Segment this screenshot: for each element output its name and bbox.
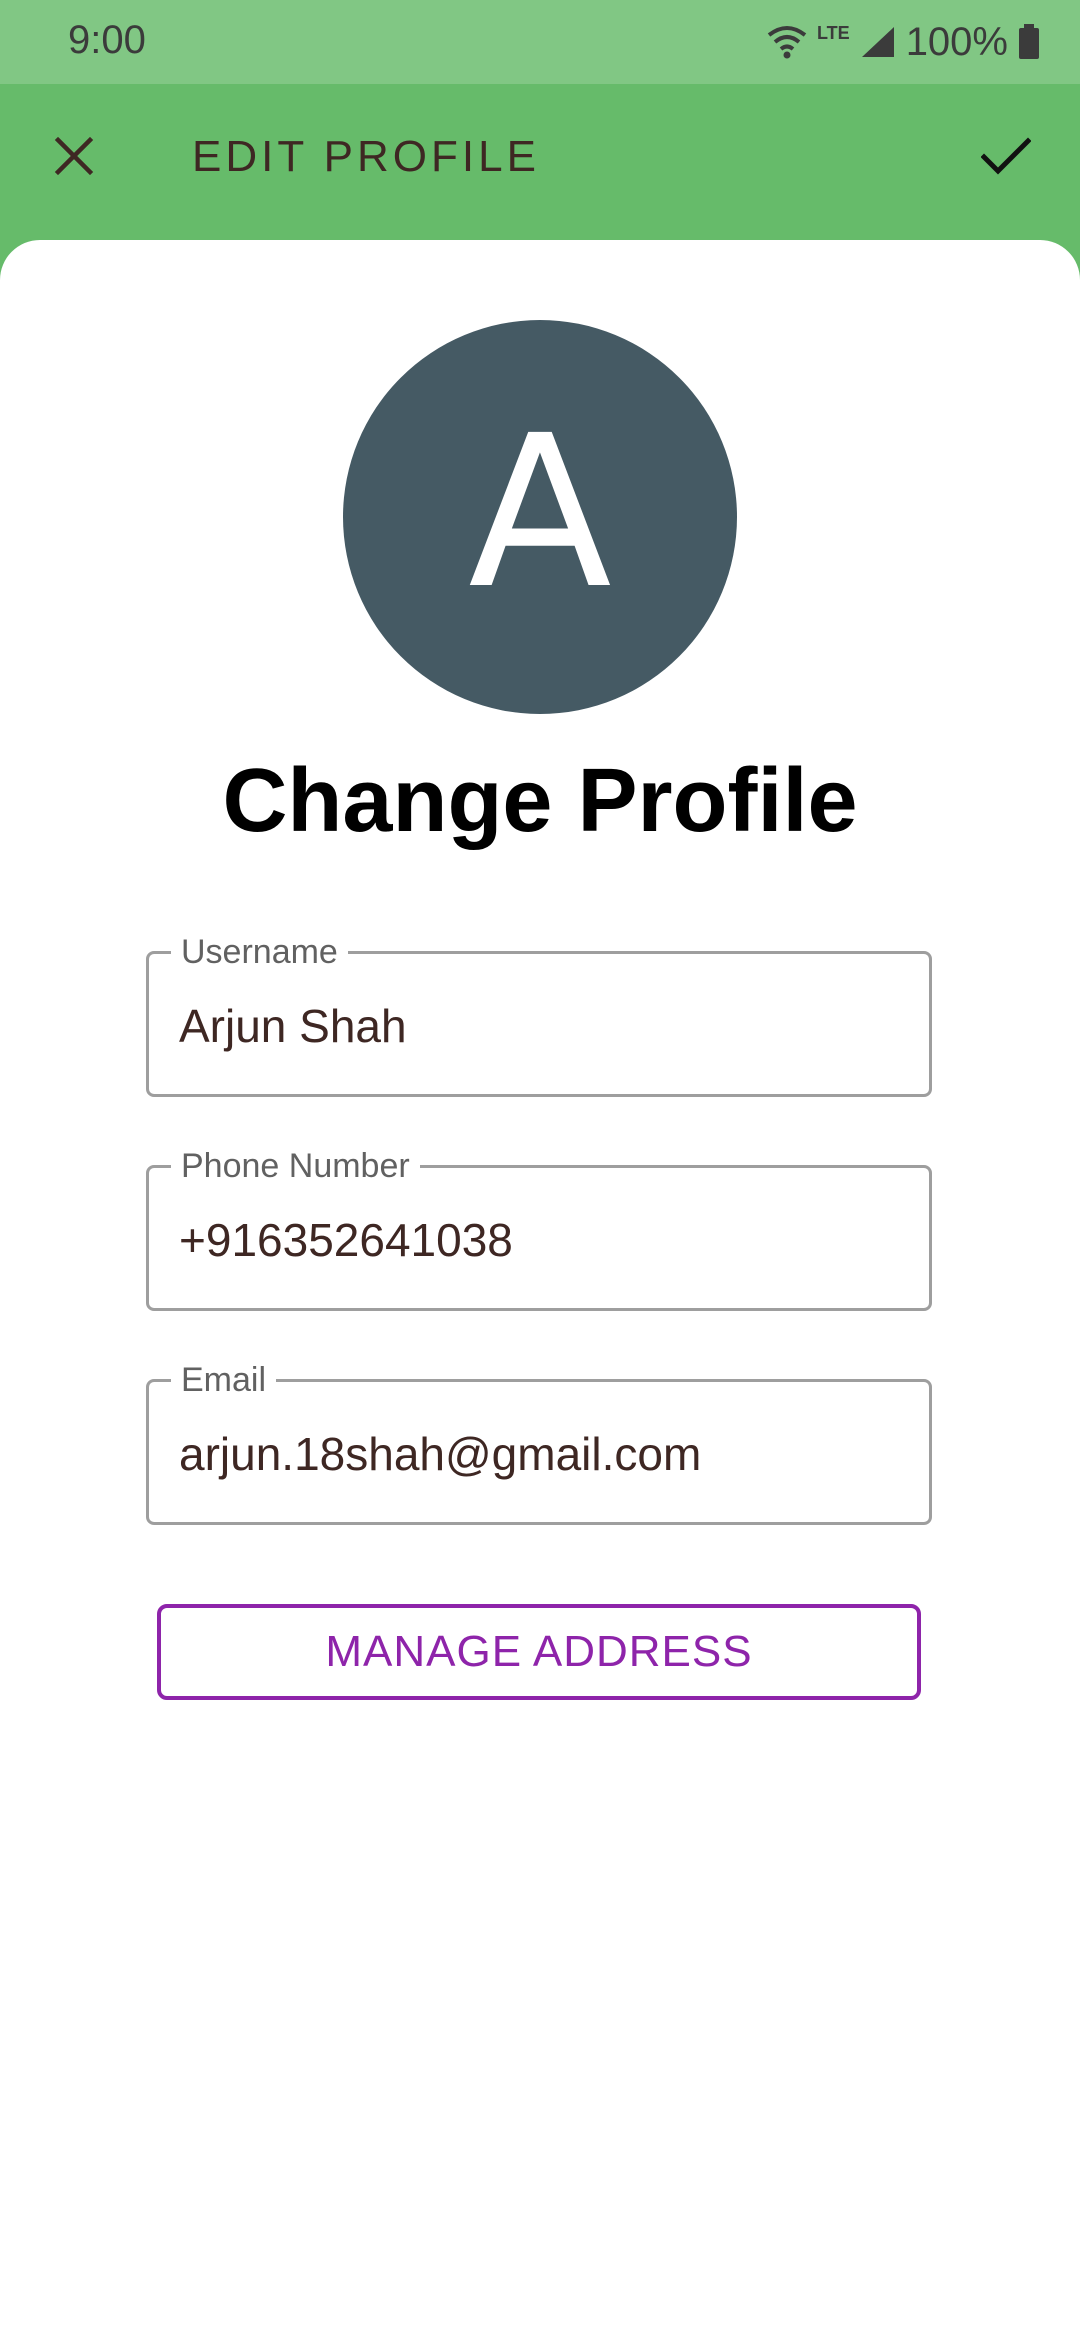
check-icon — [980, 136, 1032, 181]
username-field[interactable]: Username Arjun Shah — [146, 932, 932, 1097]
battery-percentage: 100% — [905, 19, 1008, 64]
username-label: Username — [171, 932, 348, 972]
wifi-icon — [767, 25, 807, 59]
email-value[interactable]: arjun.18shah@gmail.com — [179, 1426, 701, 1482]
close-icon — [54, 136, 94, 181]
signal-icon — [860, 25, 896, 59]
change-profile-heading: Change Profile — [222, 751, 858, 851]
email-label: Email — [171, 1360, 277, 1400]
status-time: 9:00 — [68, 18, 146, 62]
phone-label: Phone Number — [171, 1146, 420, 1186]
avatar[interactable]: A — [343, 320, 737, 714]
phone-field[interactable]: Phone Number +916352641038 — [146, 1146, 932, 1311]
status-bar: 9:00 LTE 100% — [0, 0, 1080, 84]
avatar-initial: A — [468, 390, 612, 635]
phone-value[interactable]: +916352641038 — [179, 1212, 513, 1268]
battery-icon — [1018, 24, 1040, 60]
email-field[interactable]: Email arjun.18shah@gmail.com — [146, 1360, 932, 1525]
page-title: EDIT PROFILE — [192, 132, 540, 181]
status-icons: LTE 100% — [757, 16, 1040, 68]
username-value[interactable]: Arjun Shah — [179, 998, 407, 1054]
save-button[interactable] — [964, 116, 1048, 200]
profile-card: A Change Profile Username Arjun Shah Pho… — [0, 240, 1080, 2340]
close-button[interactable] — [32, 116, 116, 200]
lte-label: LTE — [817, 22, 850, 43]
manage-address-button[interactable]: MANAGE ADDRESS — [157, 1604, 921, 1700]
